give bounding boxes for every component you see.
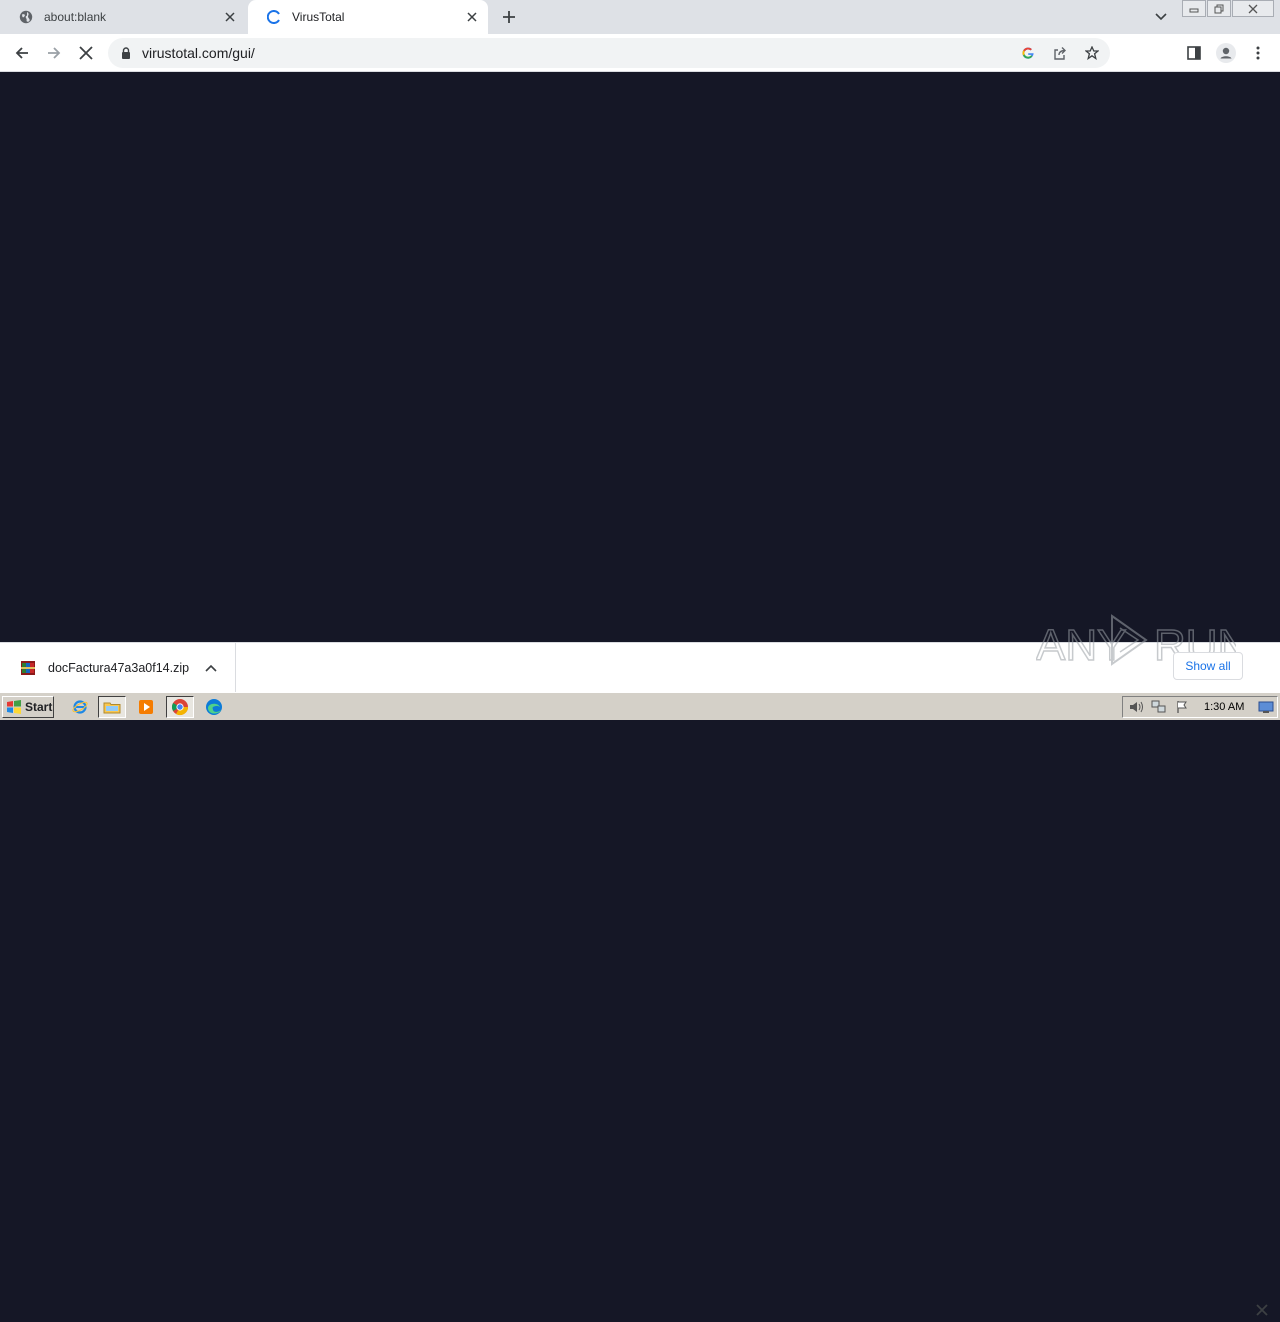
window-controls (1182, 0, 1275, 18)
zip-archive-icon (21, 661, 35, 675)
tab-about-blank[interactable]: about:blank (0, 0, 246, 34)
windows-taskbar: Start 1:30 AM (0, 692, 1280, 720)
system-tray: 1:30 AM (1122, 696, 1278, 718)
share-icon[interactable] (1046, 41, 1074, 65)
action-center-flag-icon[interactable] (1172, 698, 1192, 716)
stop-loading-button[interactable] (74, 41, 98, 65)
globe-icon (18, 9, 34, 25)
system-clock[interactable]: 1:30 AM (1204, 701, 1244, 713)
new-tab-button[interactable] (498, 6, 520, 28)
file-explorer-icon[interactable] (98, 696, 126, 718)
side-panel-icon[interactable] (1182, 41, 1206, 65)
url-text[interactable]: virustotal.com/gui/ (142, 45, 1014, 61)
close-window-button[interactable] (1232, 0, 1274, 17)
close-tab-icon[interactable] (220, 7, 240, 27)
google-translate-icon[interactable] (1014, 41, 1042, 65)
start-button[interactable]: Start (2, 696, 54, 718)
browser-toolbar: virustotal.com/gui/ (0, 34, 1280, 72)
close-tab-icon[interactable] (462, 7, 482, 27)
loading-spinner-icon (266, 9, 282, 25)
internet-explorer-icon[interactable] (66, 696, 94, 718)
more-menu-icon[interactable] (1246, 41, 1270, 65)
show-desktop-icon[interactable] (1256, 698, 1276, 716)
bookmark-star-icon[interactable] (1078, 41, 1106, 65)
back-button[interactable] (10, 41, 34, 65)
chevron-up-icon[interactable] (199, 656, 223, 680)
volume-icon[interactable] (1126, 698, 1146, 716)
forward-button[interactable] (42, 41, 66, 65)
chrome-icon[interactable] (166, 696, 194, 718)
edge-icon[interactable] (200, 696, 228, 718)
close-download-bar-icon[interactable] (1250, 1298, 1274, 1322)
profile-avatar-icon[interactable] (1214, 41, 1238, 65)
media-player-icon[interactable] (132, 696, 160, 718)
download-item[interactable]: docFactura47a3a0f14.zip (0, 643, 236, 693)
restore-button[interactable] (1207, 0, 1231, 17)
tab-virustotal[interactable]: VirusTotal (248, 0, 488, 34)
windows-flag-icon (7, 700, 21, 714)
tab-strip: about:blank VirusTotal (0, 0, 1280, 34)
minimize-button[interactable] (1182, 0, 1206, 17)
tab-search-chevron-icon[interactable] (1150, 6, 1172, 28)
tab-title: VirusTotal (292, 10, 345, 24)
show-all-downloads-button[interactable]: Show all (1173, 652, 1243, 680)
download-filename: docFactura47a3a0f14.zip (48, 661, 190, 675)
page-content (0, 72, 1280, 642)
network-icon[interactable] (1149, 698, 1169, 716)
start-label: Start (25, 700, 53, 714)
tab-title: about:blank (44, 10, 107, 24)
lock-icon[interactable] (120, 46, 132, 60)
address-bar[interactable]: virustotal.com/gui/ (108, 38, 1110, 68)
